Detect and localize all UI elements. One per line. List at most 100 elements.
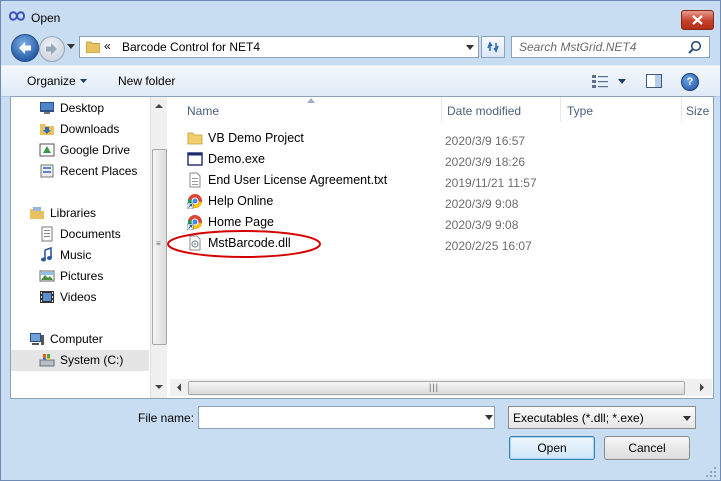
nav-item-desktop[interactable]: Desktop [39, 98, 149, 119]
file-name: Demo.exe [208, 152, 265, 166]
help-icon[interactable]: ? [681, 73, 699, 91]
view-options-icon[interactable] [592, 74, 608, 88]
nav-item-libraries[interactable]: Libraries [29, 203, 149, 224]
chrome-shortcut-icon [187, 194, 202, 209]
scroll-down-icon[interactable] [151, 382, 167, 392]
scroll-grip: ≡ [156, 239, 161, 248]
title-bar[interactable]: Open [1, 1, 720, 31]
search-placeholder: Search MstGrid.NET4 [519, 40, 637, 54]
column-header-label: Type [567, 104, 594, 118]
nav-item-label: Downloads [60, 122, 120, 136]
computer-icon [30, 333, 44, 345]
nav-item-downloads[interactable]: Downloads [39, 119, 149, 140]
libraries-icon [30, 207, 44, 219]
recent-places-icon [40, 164, 54, 178]
browser-panel: Desktop Downloads Google Drive Recent Pl… [10, 96, 714, 399]
organize-menu[interactable]: Organize [27, 74, 76, 88]
window-title: Open [31, 11, 61, 25]
open-dialog: Open « Barcode Control for NET4 Search M… [0, 0, 721, 481]
scroll-left-icon[interactable] [174, 379, 184, 396]
preview-pane-icon[interactable] [646, 74, 662, 88]
organize-dropdown-icon[interactable] [80, 79, 87, 83]
file-date: 2020/3/9 9:08 [445, 197, 519, 211]
file-list-scroll-thumb[interactable]: ||| [188, 381, 685, 395]
forward-button[interactable] [39, 36, 65, 62]
nav-item-label: Recent Places [60, 164, 138, 178]
exe-icon [187, 152, 203, 166]
nav-item-label: Google Drive [60, 143, 131, 157]
recent-locations-dropdown-icon[interactable] [67, 44, 75, 49]
scroll-right-icon[interactable] [697, 379, 707, 396]
search-box[interactable]: Search MstGrid.NET4 [511, 36, 710, 58]
back-arrow-icon [19, 42, 31, 54]
nav-item-recent-places[interactable]: Recent Places [39, 161, 149, 182]
nav-item-label: Libraries [50, 206, 97, 220]
music-icon [41, 247, 52, 262]
column-header-label: Date modified [447, 104, 522, 118]
nav-item-computer[interactable]: Computer [29, 329, 149, 350]
file-name: End User License Agreement.txt [208, 173, 388, 187]
column-header-size[interactable]: Size [682, 97, 713, 122]
address-overflow-chevron[interactable]: « [104, 39, 111, 53]
nav-item-label: Music [60, 248, 92, 262]
nav-item-videos[interactable]: Videos [39, 287, 149, 308]
file-row[interactable]: VB Demo Project [187, 128, 427, 149]
file-row[interactable]: End User License Agreement.txt [187, 170, 427, 191]
address-bar[interactable]: « Barcode Control for NET4 [79, 36, 479, 58]
new-folder-button[interactable]: New folder [118, 74, 175, 88]
open-button[interactable]: Open [509, 436, 595, 460]
file-date: 2020/2/25 16:07 [445, 239, 532, 253]
column-header-label: Size [686, 104, 710, 118]
nav-item-label: Desktop [60, 101, 105, 115]
file-list-hscrollbar[interactable]: ||| [170, 379, 712, 396]
navigation-row: « Barcode Control for NET4 Search MstGri… [1, 31, 720, 63]
nav-item-label: System (C:) [60, 353, 124, 367]
view-dropdown-icon[interactable] [618, 79, 626, 84]
forward-arrow-icon [46, 43, 57, 55]
desktop-icon [40, 102, 54, 114]
nav-item-music[interactable]: Music [39, 245, 149, 266]
file-row[interactable]: Demo.exe [187, 149, 427, 170]
close-button[interactable] [681, 10, 714, 30]
file-date: 2020/3/9 9:08 [445, 218, 519, 232]
nav-item-pictures[interactable]: Pictures [39, 266, 149, 287]
file-name: Help Online [208, 194, 274, 208]
drive-icon [39, 354, 55, 367]
search-icon[interactable] [688, 40, 702, 54]
column-header-type[interactable]: Type [561, 97, 681, 122]
nav-item-google-drive[interactable]: Google Drive [39, 140, 149, 161]
scroll-grip: ||| [429, 382, 440, 392]
refresh-icon [487, 41, 499, 53]
nav-item-label: Documents [60, 227, 121, 241]
column-header-name[interactable]: Name [183, 97, 441, 122]
scroll-up-icon[interactable] [151, 101, 167, 111]
file-name-dropdown-icon[interactable] [485, 415, 493, 420]
sort-ascending-icon [307, 98, 315, 103]
file-name-input[interactable] [198, 406, 495, 429]
nav-item-system-c[interactable]: System (C:) [11, 350, 149, 371]
column-header-date-modified[interactable]: Date modified [442, 97, 560, 122]
file-type-filter[interactable]: Executables (*.dll; *.exe) [508, 406, 696, 429]
cancel-button[interactable]: Cancel [604, 436, 690, 460]
highlight-ellipse [167, 230, 321, 258]
filter-dropdown-icon [683, 416, 691, 421]
file-row[interactable]: Help Online [187, 191, 427, 212]
refresh-button[interactable] [481, 36, 505, 58]
folder-icon [187, 132, 203, 145]
file-date: 2019/11/21 11:57 [445, 176, 537, 190]
resize-grip-icon[interactable] [705, 466, 717, 478]
back-button[interactable] [11, 34, 39, 62]
file-name: VB Demo Project [208, 131, 304, 145]
google-drive-icon [39, 143, 55, 157]
nav-item-label: Videos [60, 290, 97, 304]
address-dropdown-icon[interactable] [466, 45, 474, 50]
pictures-icon [39, 270, 55, 282]
command-bar: Organize New folder ? [1, 65, 720, 97]
app-icon [9, 11, 25, 21]
address-path[interactable]: Barcode Control for NET4 [122, 40, 260, 54]
navigation-pane: Desktop Downloads Google Drive Recent Pl… [11, 97, 149, 398]
documents-icon [41, 226, 53, 242]
nav-item-documents[interactable]: Documents [39, 224, 149, 245]
close-icon [692, 15, 703, 25]
nav-item-label: Computer [50, 332, 103, 346]
